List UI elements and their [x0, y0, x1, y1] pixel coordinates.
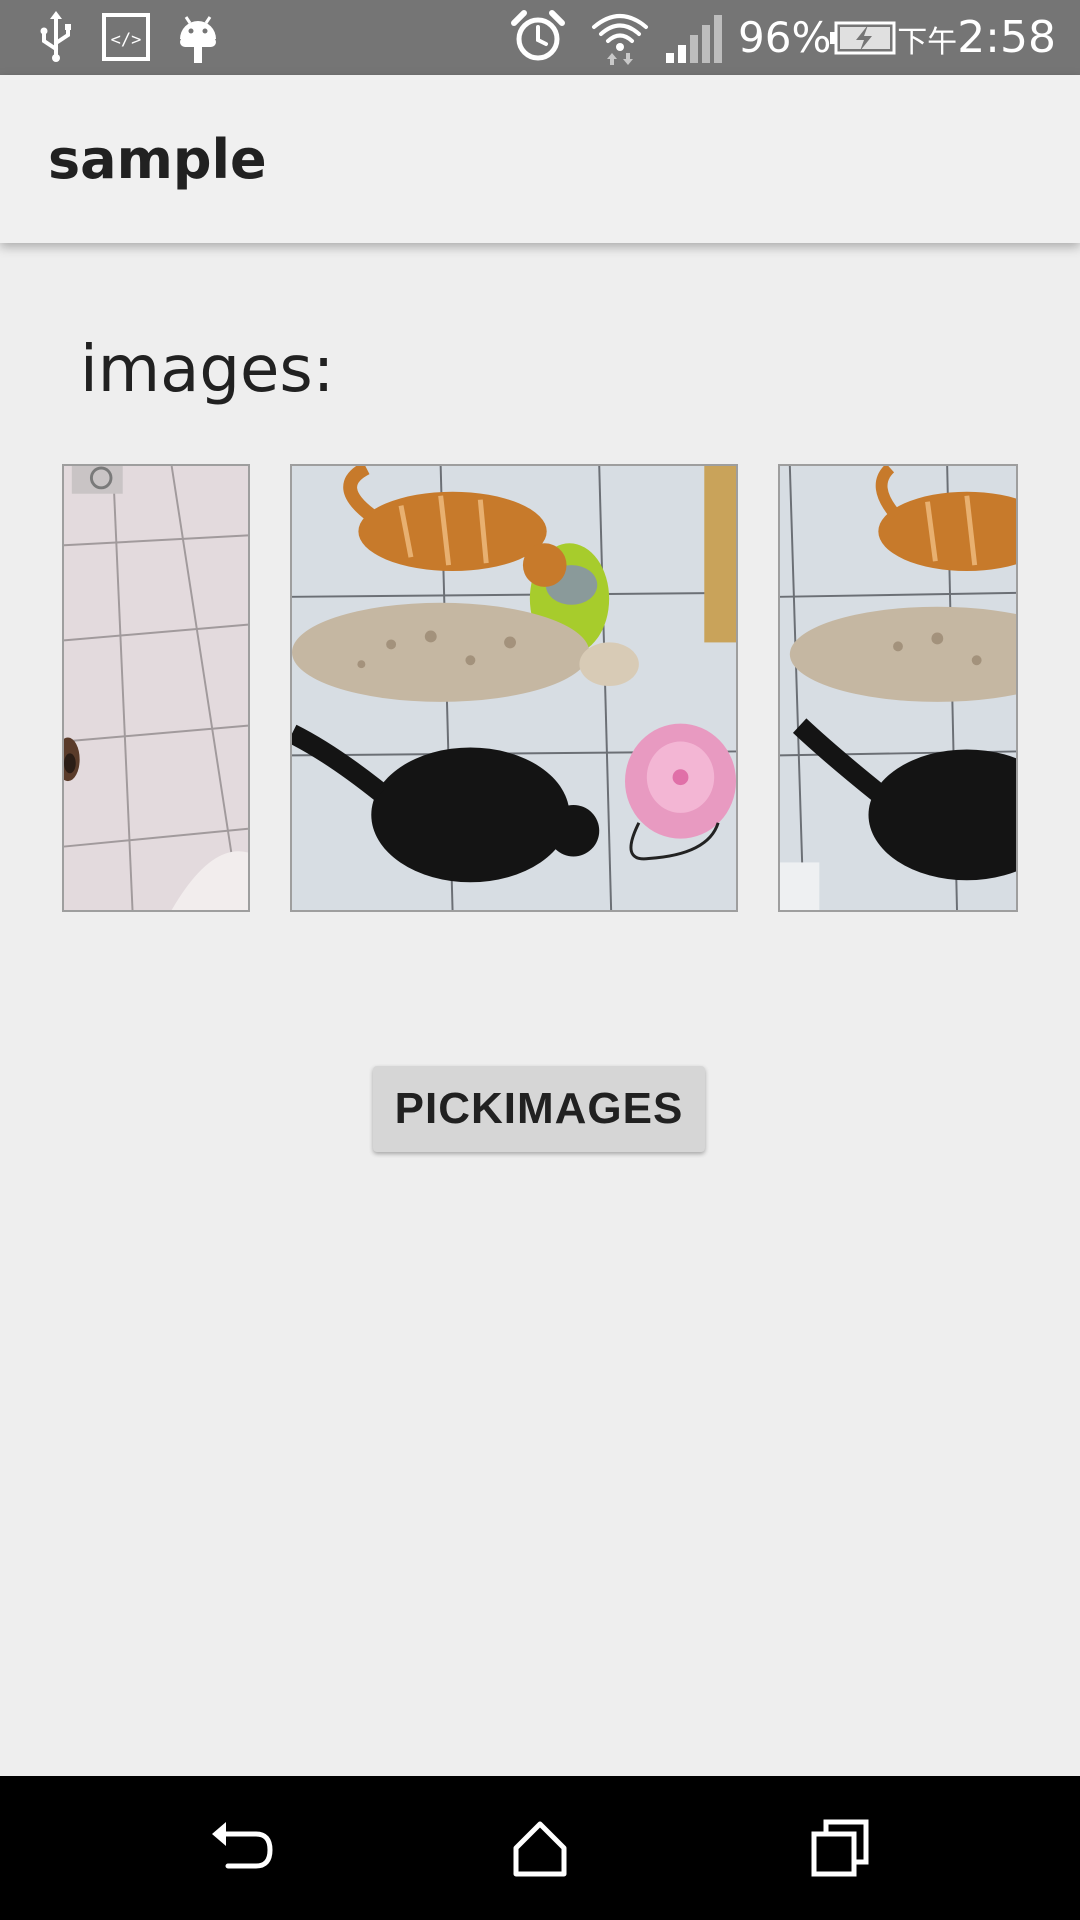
- image-thumbnail-1[interactable]: [62, 464, 250, 912]
- app-title: sample: [48, 128, 267, 191]
- clock: 下午2:58: [897, 10, 1056, 75]
- image-thumbnail-3[interactable]: [778, 464, 1018, 912]
- battery-percent: 96%: [738, 13, 832, 62]
- image-thumbnail-2[interactable]: [290, 464, 738, 912]
- status-bar: </> 96% 下午2:58: [0, 0, 1080, 75]
- navigation-bar: [0, 1776, 1080, 1920]
- time: 2:58: [957, 12, 1056, 63]
- android-icon: [170, 9, 226, 65]
- wifi-icon: [590, 9, 650, 65]
- svg-text:</>: </>: [111, 30, 142, 50]
- recents-icon[interactable]: [798, 1806, 882, 1890]
- back-icon[interactable]: [198, 1806, 282, 1890]
- dev-icon: </>: [98, 9, 154, 65]
- home-icon[interactable]: [498, 1806, 582, 1890]
- images-label: images:: [80, 333, 335, 407]
- time-prefix: 下午: [897, 25, 958, 60]
- battery-charging-icon: [828, 9, 898, 65]
- signal-icon: [664, 9, 724, 65]
- usb-icon: [28, 9, 84, 65]
- alarm-icon: [510, 9, 566, 65]
- pick-images-button[interactable]: PICKIMAGES: [373, 1066, 705, 1152]
- app-bar: sample: [0, 75, 1080, 243]
